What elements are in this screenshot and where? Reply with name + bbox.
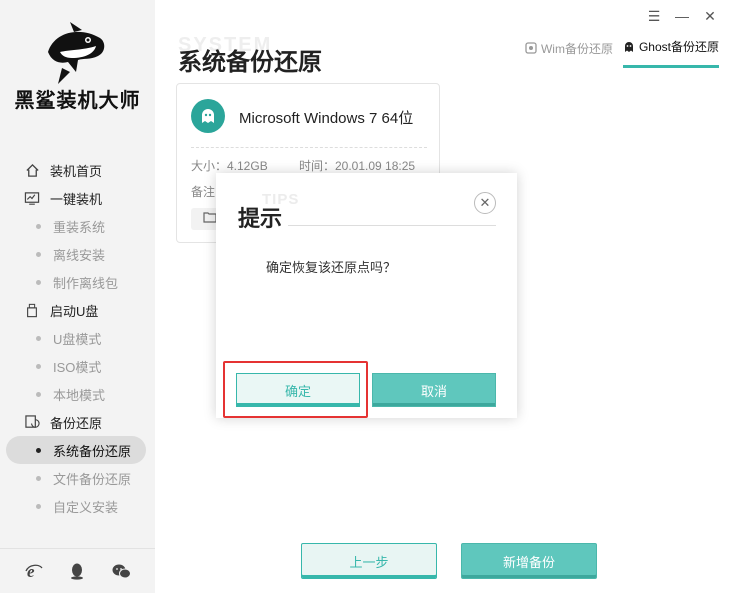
sidebar: 黑鲨装机大师 装机首页 一键装机 重装系统 离线安装 制作离线包 启动U盘 U盘…	[0, 0, 155, 593]
sidebar-item-backup-restore[interactable]: 备份还原	[0, 408, 155, 436]
sidebar-item-one-click-install[interactable]: 一键装机	[0, 184, 155, 212]
dialog-message: 确定恢复该还原点吗？	[266, 260, 397, 275]
sidebar-item-label: 启动U盘	[50, 303, 99, 319]
menu-icon[interactable]: ☰	[647, 8, 661, 24]
bullet-icon	[36, 335, 41, 341]
sidebar-item-file-backup-restore[interactable]: 文件备份还原	[0, 464, 155, 492]
sidebar-item-label: 离线安装	[53, 247, 106, 263]
backup-os-name: Microsoft Windows 7 64位	[239, 110, 414, 127]
sidebar-item-label: 文件备份还原	[53, 471, 132, 487]
app-logo: 黑鲨装机大师	[0, 14, 155, 114]
sidebar-item-custom-install[interactable]: 自定义安装	[0, 492, 155, 520]
bullet-icon	[36, 503, 41, 509]
confirm-dialog: TIPS 提示 ✕ 确定恢复该还原点吗？ 确定 取消	[216, 173, 517, 418]
bullet-icon	[36, 475, 41, 481]
sidebar-item-label: U盘模式	[53, 331, 102, 347]
tab-ghost-backup[interactable]: Ghost备份还原	[622, 38, 719, 68]
sidebar-item-make-offline-package[interactable]: 制作离线包	[0, 268, 155, 296]
page-title: 系统备份还原	[178, 49, 322, 76]
app-brand: 黑鲨装机大师	[14, 90, 141, 112]
backup-size: 大小：4.12GB	[191, 159, 268, 173]
wechat-icon[interactable]	[110, 560, 132, 582]
wim-icon	[525, 42, 537, 54]
new-backup-button[interactable]: 新增备份	[461, 543, 597, 579]
card-divider	[191, 147, 427, 148]
sidebar-item-boot-usb[interactable]: 启动U盘	[0, 296, 155, 324]
bullet-icon	[36, 391, 41, 397]
dialog-title-divider	[288, 225, 496, 226]
ie-icon[interactable]: e	[23, 560, 45, 582]
tab-label: Ghost备份还原	[638, 40, 719, 54]
sidebar-item-label: 本地模式	[53, 387, 106, 403]
sidebar-nav: 装机首页 一键装机 重装系统 离线安装 制作离线包 启动U盘 U盘模式 ISO模…	[0, 156, 155, 520]
backup-time: 时间：20.01.09 18:25	[299, 159, 416, 173]
svg-text:e: e	[27, 562, 35, 580]
home-icon	[24, 162, 40, 178]
sidebar-item-label: 制作离线包	[53, 275, 119, 291]
sidebar-item-offline-install[interactable]: 离线安装	[0, 240, 155, 268]
sidebar-item-usb-mode[interactable]: U盘模式	[0, 324, 155, 352]
sidebar-item-label: 装机首页	[50, 163, 103, 179]
sidebar-item-label: 系统备份还原	[53, 443, 132, 459]
backup-type-tabs: Wim备份还原 Ghost备份还原	[525, 38, 719, 68]
tab-wim-backup[interactable]: Wim备份还原	[525, 38, 613, 68]
sidebar-item-reinstall-system[interactable]: 重装系统	[0, 212, 155, 240]
shark-logo-icon	[48, 22, 105, 84]
dialog-title: 提示	[238, 206, 283, 231]
minimize-icon[interactable]: —	[675, 8, 689, 24]
qq-icon[interactable]	[66, 560, 88, 582]
sidebar-item-iso-mode[interactable]: ISO模式	[0, 352, 155, 380]
bullet-icon	[36, 363, 41, 369]
previous-step-button[interactable]: 上一步	[301, 543, 437, 579]
bullet-icon	[36, 279, 41, 285]
sidebar-item-label: 自定义安装	[53, 499, 119, 515]
tab-label: Wim备份还原	[540, 41, 613, 56]
cancel-button[interactable]: 取消	[372, 373, 496, 407]
sidebar-item-label: 备份还原	[50, 415, 103, 431]
sidebar-item-system-backup-restore[interactable]: 系统备份还原	[6, 436, 146, 464]
sidebar-item-label: 一键装机	[50, 191, 103, 207]
sidebar-footer: e	[0, 548, 155, 593]
dialog-close-icon[interactable]: ✕	[474, 192, 496, 214]
sidebar-item-label: 重装系统	[53, 219, 106, 235]
usb-icon	[24, 302, 40, 318]
backup-note: 备注	[191, 185, 216, 199]
sidebar-item-local-mode[interactable]: 本地模式	[0, 380, 155, 408]
ghost-icon	[623, 41, 635, 53]
backup-icon	[24, 414, 40, 430]
ghost-icon	[191, 99, 225, 133]
bullet-icon	[36, 251, 41, 257]
sidebar-item-label: ISO模式	[53, 359, 102, 375]
confirm-button[interactable]: 确定	[236, 373, 360, 407]
bullet-icon	[36, 223, 41, 229]
window-controls: ☰ — ✕	[647, 8, 717, 25]
monitor-icon	[24, 190, 40, 206]
bullet-icon	[36, 447, 41, 453]
sidebar-item-home[interactable]: 装机首页	[0, 156, 155, 184]
close-icon[interactable]: ✕	[703, 8, 717, 24]
folder-icon	[203, 210, 217, 228]
